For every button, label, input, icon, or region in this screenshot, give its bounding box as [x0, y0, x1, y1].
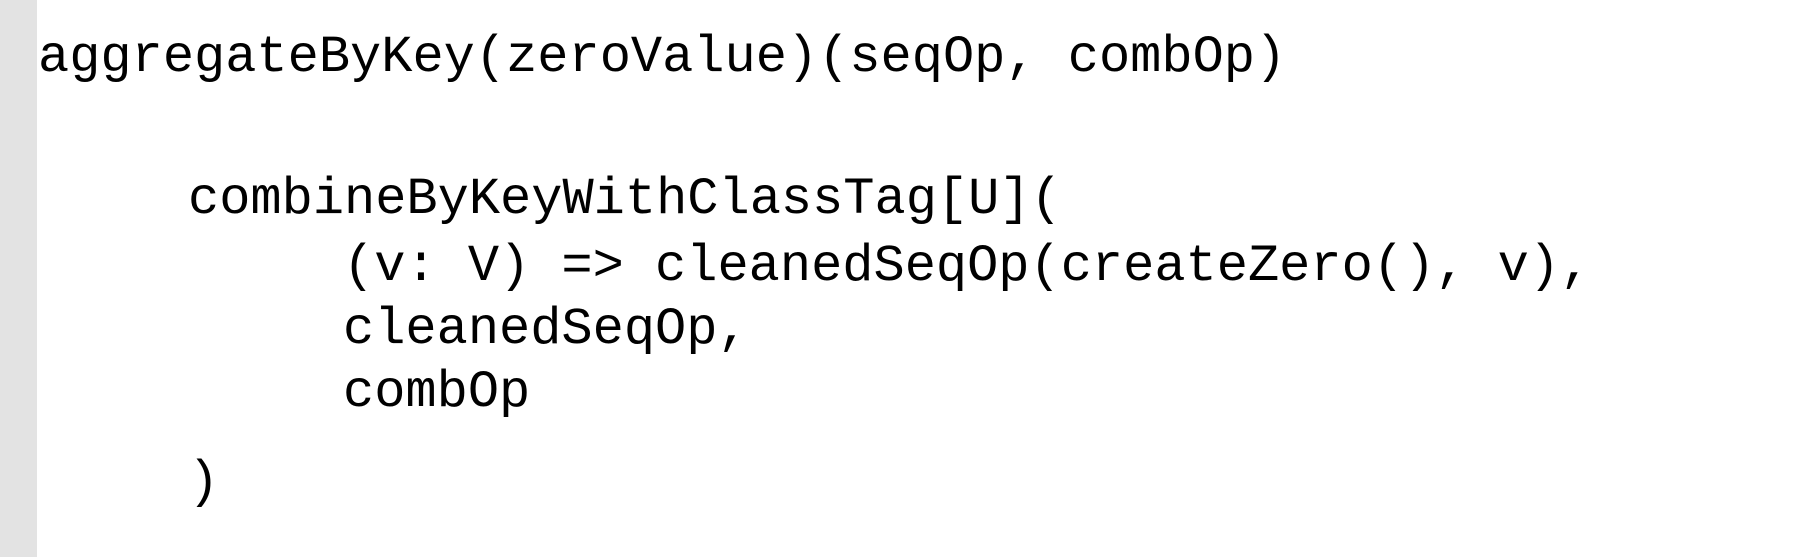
code-line-create-combiner: (v: V) => cleanedSeqOp(createZero(), v), [343, 237, 1592, 296]
code-block: aggregateByKey(zeroValue)(seqOp, combOp)… [0, 0, 1804, 557]
code-snippet-page: aggregateByKey(zeroValue)(seqOp, combOp)… [0, 0, 1804, 557]
code-line-closing-paren: ) [188, 453, 220, 512]
code-line-aggregate-by-key: aggregateByKey(zeroValue)(seqOp, combOp) [38, 28, 1287, 87]
code-line-merge-value: cleanedSeqOp, [343, 300, 749, 359]
code-line-merge-combiners: combOp [343, 363, 531, 422]
code-line-combine-by-key: combineByKeyWithClassTag[U]( [188, 170, 1062, 229]
